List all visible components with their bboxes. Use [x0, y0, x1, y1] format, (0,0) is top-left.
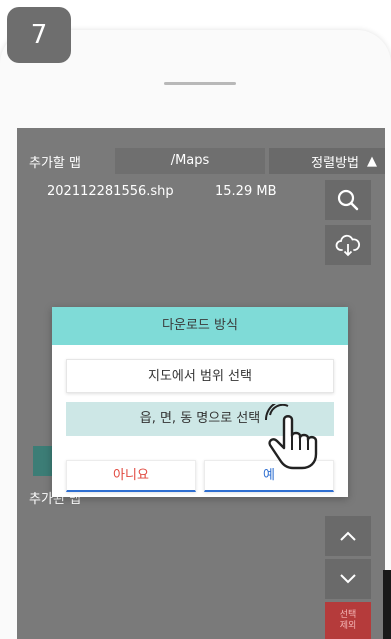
pointing-hand-icon: [264, 404, 318, 470]
search-icon: [337, 189, 359, 211]
toolbar: 추가할 맵 /Maps 정렬방법 ▲: [17, 148, 385, 174]
add-map-label: 추가할 맵: [29, 156, 81, 171]
select-exclude-line1: 선택: [339, 610, 357, 620]
chevron-down-icon: [340, 574, 356, 584]
current-path[interactable]: /Maps: [115, 148, 265, 174]
option-select-range-on-map[interactable]: 지도에서 범위 선택: [66, 359, 334, 393]
file-name: 202112281556.shp: [47, 184, 174, 199]
dialog-title: 다운로드 방식: [52, 307, 348, 345]
sort-label: 정렬방법: [311, 155, 359, 171]
select-exclude-line2: 제외: [339, 621, 357, 631]
no-button[interactable]: 아니요: [66, 460, 196, 492]
cloud-download-icon: [335, 234, 361, 257]
cloud-download-button[interactable]: [325, 225, 371, 265]
scroll-up-button[interactable]: [325, 516, 371, 556]
sort-button[interactable]: 정렬방법 ▲: [269, 148, 385, 174]
chevron-up-icon: [340, 531, 356, 541]
file-list-item[interactable]: 202112281556.shp 15.29 MB: [17, 180, 317, 202]
file-size: 15.29 MB: [215, 184, 277, 199]
search-button[interactable]: [325, 180, 371, 220]
sheet-grabber-handle[interactable]: [164, 82, 236, 85]
sort-arrow-icon: ▲: [367, 153, 377, 169]
select-exclude-button[interactable]: 선택 제외: [325, 602, 371, 639]
scroll-down-button[interactable]: [325, 559, 371, 599]
device-edge: [383, 570, 391, 639]
step-number-badge: 7: [7, 7, 71, 63]
